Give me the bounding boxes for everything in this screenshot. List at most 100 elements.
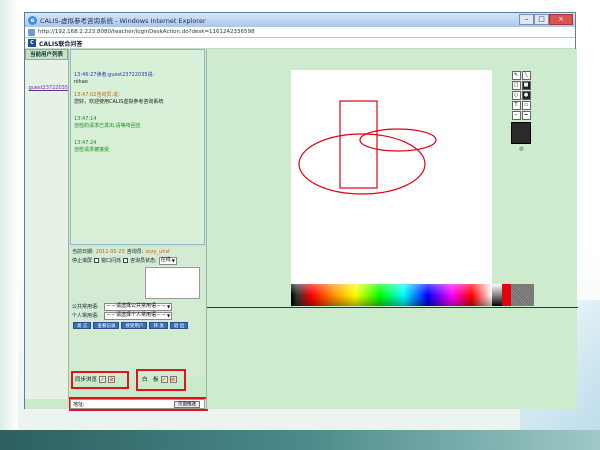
personal-phrase-row: 个人常用语: －－请选择个人常用语－－ ▼ <box>70 311 205 320</box>
public-phrase-label: 公共常用语: <box>72 304 99 310</box>
status-value: 在线 <box>160 257 171 263</box>
whiteboard-drawing <box>298 100 437 195</box>
chevron-down-icon: ▼ <box>171 258 175 263</box>
whiteboard-area: ✎ ╲ □ ■ ○ ● T ▭ ─ ━ ◎ <box>206 49 578 409</box>
line-width-thick-icon[interactable]: ━ <box>521 110 531 120</box>
scroll-label: 停止滚屏 <box>72 258 93 264</box>
chat-body: 自检的请求已发出,请等待回应 <box>74 123 141 129</box>
window-title: CALIS-虚拟参考咨询系统 - Windows Internet Explor… <box>40 17 206 25</box>
address-bar[interactable]: http://192.168.2.223:8080/teacher/loginD… <box>25 27 575 38</box>
user-avatar-icon <box>27 87 28 89</box>
chevron-down-icon: ▼ <box>167 304 171 309</box>
texture-swatch[interactable] <box>511 284 534 306</box>
close-button[interactable]: × <box>549 14 573 25</box>
chat-body: 您好，欢迎使用CALIS虚拟参考咨询系统 <box>74 99 164 105</box>
forward-button[interactable]: 转 发 <box>149 322 168 329</box>
consultant-value: zxzy_uhsf <box>145 248 170 255</box>
user-list-panel: 当前用户列表 guest23722035 <box>25 49 69 399</box>
date-row: 当前日期: 2011-05-25 咨询员: zxzy_uhsf <box>70 247 205 256</box>
calis-logo-icon: C <box>28 39 36 47</box>
stop-icon[interactable]: ⊘ <box>169 375 177 383</box>
control-panel: 当前日期: 2011-05-25 咨询员: zxzy_uhsf 停止滚屏 窗口闪… <box>70 247 205 377</box>
personal-phrase-value: －－请选择个人常用语－－ <box>106 312 167 318</box>
palette-extra <box>492 284 534 306</box>
check-icon[interactable]: ✓ <box>99 375 107 383</box>
date-label: 当前日期: <box>72 249 94 255</box>
text-tool-icon[interactable]: T <box>511 100 521 110</box>
rectangle-tool-icon[interactable]: □ <box>511 80 521 90</box>
ie-logo-icon: e <box>28 15 37 25</box>
drawing-toolbox: ✎ ╲ □ ■ ○ ● T ▭ ─ ━ ◎ <box>511 70 532 200</box>
filled-rectangle-tool-icon[interactable]: ■ <box>521 80 531 90</box>
consultant-status-label: 咨询员状态: <box>130 258 157 264</box>
chat-message: 13:47:02咨询员:说: 您好，欢迎使用CALIS虚拟参考咨询系统 <box>74 92 201 106</box>
chevron-down-icon: ▼ <box>167 313 171 318</box>
app-header: C CALIS联合问答 <box>25 38 575 49</box>
whiteboard-label: 白 板 <box>142 377 159 383</box>
options-row: 停止滚屏 窗口闪烁 咨询员状态: 在线 ▼ <box>70 256 205 265</box>
user-list-item[interactable]: guest23722035 <box>25 84 68 92</box>
status-select[interactable]: 在线 ▼ <box>158 256 177 265</box>
chat-body: nihao <box>74 79 88 85</box>
consultant-status-checkbox[interactable] <box>123 258 129 263</box>
divider <box>207 307 578 308</box>
drawn-rectangle <box>339 100 378 189</box>
chat-log: 13:46:27读者:guest23722035说: nihao 13:47:0… <box>70 49 205 245</box>
window-flash-checkbox[interactable] <box>94 258 100 263</box>
current-color-swatch <box>502 284 511 306</box>
user-name-link[interactable]: guest23722035 <box>29 85 68 91</box>
chat-message: 13:47:14 自检的请求已发出,请等待回应 <box>74 116 201 130</box>
message-input[interactable] <box>145 267 200 299</box>
address-url[interactable]: http://192.168.2.223:8080/teacher/loginD… <box>38 29 255 35</box>
background-bottom-band <box>0 430 600 450</box>
open-page-button[interactable]: 页面推送 <box>174 400 200 408</box>
color-palette[interactable] <box>291 284 492 306</box>
user-list-heading: 当前用户列表 <box>25 49 68 60</box>
ellipse-tool-icon[interactable]: ○ <box>511 90 521 100</box>
background-left-decoration <box>0 0 18 450</box>
whiteboard-canvas[interactable] <box>291 70 492 284</box>
public-phrase-value: －－请选择公共常用语－－ <box>106 303 167 309</box>
sync-browse-label: 同步浏览 <box>75 377 98 383</box>
grayscale-strip[interactable] <box>492 284 502 306</box>
line-width-thin-icon[interactable]: ─ <box>511 110 521 120</box>
accept-user-button[interactable]: 接受用户 <box>121 322 148 329</box>
filled-ellipse-tool-icon[interactable]: ● <box>521 90 531 100</box>
chat-meta: 13:47:02咨询员:说: <box>74 92 120 98</box>
date-value: 2011-05-25 <box>95 248 125 255</box>
selected-color-box <box>511 122 531 144</box>
minimize-button[interactable]: – <box>519 14 534 25</box>
whiteboard-group: 白 板 ✓ ⊘ <box>142 375 177 383</box>
exit-button[interactable]: 退 出 <box>169 322 189 329</box>
pencil-tool-icon[interactable]: ✎ <box>511 70 521 80</box>
page-icon <box>28 28 35 36</box>
stop-icon[interactable]: ⊘ <box>108 375 116 383</box>
consultant-label: 咨询员: <box>126 249 144 255</box>
ie-window: e CALIS-虚拟参考咨询系统 - Windows Internet Expl… <box>24 12 578 411</box>
title-bar: e CALIS-虚拟参考咨询系统 - Windows Internet Expl… <box>25 13 575 27</box>
action-buttons: 发 言 查看记录 接受用户 转 发 退 出 <box>70 322 200 329</box>
personal-phrase-select[interactable]: －－请选择个人常用语－－ ▼ <box>104 311 173 320</box>
chat-message: 13:46:27读者:guest23722035说: nihao <box>74 72 201 86</box>
window-flash-label: 窗口闪烁 <box>101 258 122 264</box>
chat-meta: 13:47:14 <box>74 116 97 122</box>
address-label: 地址: <box>73 401 85 408</box>
eraser-tool-icon[interactable]: ▭ <box>521 100 531 110</box>
public-phrase-select[interactable]: －－请选择公共常用语－－ ▼ <box>104 302 173 311</box>
chat-message: 13:47:24 自检请求被接受 <box>74 140 201 154</box>
sync-browse-group: 同步浏览 ✓ ⊘ <box>75 375 116 383</box>
check-icon[interactable]: ✓ <box>160 375 168 383</box>
app-content: 当前用户列表 guest23722035 13:46:27读者:guest237… <box>25 49 578 411</box>
chat-body: 自检请求被接受 <box>74 147 110 153</box>
line-tool-icon[interactable]: ╲ <box>521 70 531 80</box>
speak-button[interactable]: 发 言 <box>73 322 92 329</box>
public-phrase-row: 公共常用语: －－请选择公共常用语－－ ▼ <box>70 302 205 311</box>
view-records-button[interactable]: 查看记录 <box>93 322 120 329</box>
chat-meta: 13:47:24 <box>74 140 97 146</box>
tool-indicator-icon: ◎ <box>519 146 524 152</box>
personal-phrase-label: 个人常用语: <box>72 313 99 319</box>
maximize-button[interactable]: □ <box>534 14 549 25</box>
drawn-small-ellipse <box>359 128 437 152</box>
app-title: CALIS联合问答 <box>39 40 83 48</box>
page-push-row: 地址: 页面推送 <box>70 399 205 409</box>
